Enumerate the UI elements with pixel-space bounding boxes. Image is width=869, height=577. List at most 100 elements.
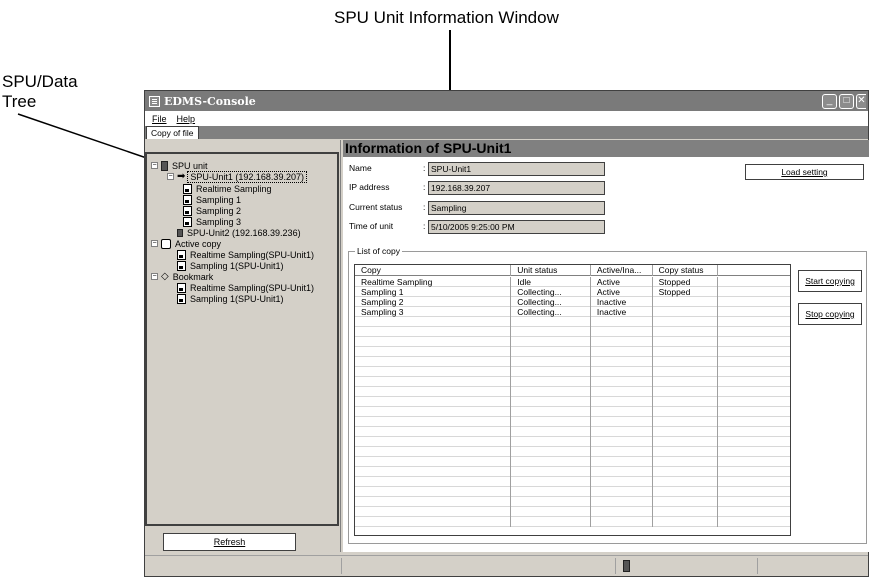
load-setting-button[interactable]: Load setting <box>745 164 864 180</box>
list-of-copy-group: List of copy Copy Unit status Active/Ina… <box>348 246 867 544</box>
empty-cell <box>718 497 790 507</box>
tree-item-bookmark[interactable]: − ◇ Bookmark <box>151 271 215 282</box>
menu-help[interactable]: Help <box>172 114 201 124</box>
collapse-icon[interactable]: − <box>167 173 174 180</box>
column-header-blank[interactable] <box>718 265 790 276</box>
tree-item-active-sampling-1[interactable]: Sampling 1(SPU-Unit1) <box>177 260 286 271</box>
copy-list-table[interactable]: Copy Unit status Active/Ina... Copy stat… <box>354 264 791 536</box>
table-row[interactable]: Sampling 3 Collecting... Inactive <box>355 307 790 317</box>
empty-cell <box>511 467 591 477</box>
tree-item-bookmark-realtime[interactable]: Realtime Sampling(SPU-Unit1) <box>177 282 316 293</box>
collapse-icon[interactable]: − <box>151 162 158 169</box>
title-bar[interactable]: EDMS-Console _ □ ✕ <box>145 91 868 111</box>
empty-cell <box>591 487 653 497</box>
empty-table-row <box>355 327 790 337</box>
empty-cell <box>653 497 719 507</box>
empty-table-row <box>355 467 790 477</box>
empty-cell <box>511 427 591 437</box>
minimize-icon[interactable]: _ <box>822 93 837 109</box>
time-of-unit-label: Time of unit <box>349 221 394 231</box>
time-of-unit-field: 5/10/2005 9:25:00 PM <box>428 220 605 234</box>
menu-file[interactable]: File <box>147 114 172 124</box>
empty-cell <box>355 407 512 417</box>
empty-table-row <box>355 317 790 327</box>
collapse-icon[interactable]: − <box>151 273 158 280</box>
empty-table-row <box>355 347 790 357</box>
empty-cell <box>591 327 653 337</box>
tree-item-sampling-2[interactable]: Sampling 2 <box>183 205 243 216</box>
tree-item-spu-unit[interactable]: − SPU unit <box>151 160 210 171</box>
empty-cell <box>591 437 653 447</box>
empty-cell <box>355 357 512 367</box>
empty-table-row <box>355 447 790 457</box>
tree-item-bookmark-sampling-1[interactable]: Sampling 1(SPU-Unit1) <box>177 293 286 304</box>
empty-cell <box>355 417 512 427</box>
table-row[interactable]: Realtime Sampling Idle Active Stopped <box>355 277 790 287</box>
spu-data-tree[interactable]: − SPU unit − ➡ SPU-Unit1 (192.168.39.207… <box>145 152 339 526</box>
collapse-icon[interactable]: − <box>151 240 158 247</box>
table-row[interactable]: Sampling 2 Collecting... Inactive <box>355 297 790 307</box>
refresh-button[interactable]: Refresh <box>163 533 296 551</box>
load-setting-label: Load setting <box>781 167 828 177</box>
empty-table-row <box>355 407 790 417</box>
sampling-doc-icon <box>183 194 192 205</box>
tree-item-active-copy[interactable]: − Active copy <box>151 238 223 249</box>
maximize-icon[interactable]: □ <box>839 93 854 109</box>
empty-cell <box>355 337 512 347</box>
empty-table-row <box>355 477 790 487</box>
close-icon[interactable]: ✕ <box>856 93 866 109</box>
tab-copy-of-file[interactable]: Copy of file <box>146 126 199 139</box>
sampling-doc-icon <box>177 260 186 271</box>
spu-data-tree-panel: − SPU unit − ➡ SPU-Unit1 (192.168.39.207… <box>145 140 341 552</box>
column-header-copy-status[interactable]: Copy status <box>653 265 719 276</box>
sampling-doc-icon <box>183 183 192 194</box>
empty-cell <box>653 327 719 337</box>
cell-copy-status <box>653 307 719 317</box>
column-header-active-inactive[interactable]: Active/Ina... <box>591 265 653 276</box>
tree-item-active-realtime[interactable]: Realtime Sampling(SPU-Unit1) <box>177 249 316 260</box>
column-header-unit-status[interactable]: Unit status <box>511 265 591 276</box>
start-copying-label: Start copying <box>805 276 855 286</box>
tab-strip: Copy of file <box>145 126 868 139</box>
sampling-doc-icon <box>183 205 192 216</box>
empty-cell <box>355 327 512 337</box>
empty-cell <box>511 337 591 347</box>
empty-cell <box>355 347 512 357</box>
empty-cell <box>653 487 719 497</box>
cell-unit-status: Collecting... <box>511 307 591 317</box>
empty-cell <box>355 377 512 387</box>
tree-item-label: Realtime Sampling <box>196 183 272 194</box>
empty-cell <box>511 377 591 387</box>
empty-table-row <box>355 497 790 507</box>
cell-copy: Realtime Sampling <box>355 277 512 287</box>
empty-cell <box>653 417 719 427</box>
app-icon <box>149 95 160 107</box>
empty-table-row <box>355 417 790 427</box>
empty-cell <box>718 397 790 407</box>
empty-cell <box>355 477 512 487</box>
start-copying-button[interactable]: Start copying <box>798 270 862 292</box>
arrow-icon: ➡ <box>177 170 186 182</box>
tree-item-spu-unit1[interactable]: − ➡ SPU-Unit1 (192.168.39.207) <box>167 170 307 183</box>
tree-item-sampling-3[interactable]: Sampling 3 <box>183 216 243 227</box>
empty-cell <box>591 367 653 377</box>
tree-item-realtime-sampling[interactable]: Realtime Sampling <box>183 183 274 194</box>
empty-cell <box>511 507 591 517</box>
tree-item-label: Bookmark <box>172 271 214 282</box>
tree-item-sampling-1[interactable]: Sampling 1 <box>183 194 243 205</box>
current-status-colon: : <box>423 202 426 212</box>
copy-icon <box>161 238 171 249</box>
empty-cell <box>511 497 591 507</box>
tree-item-label: Sampling 1(SPU-Unit1) <box>190 293 284 304</box>
column-header-copy[interactable]: Copy <box>355 265 512 276</box>
cell-copy-status: Stopped <box>653 287 719 297</box>
empty-cell <box>591 447 653 457</box>
empty-cell <box>653 407 719 417</box>
empty-table-row <box>355 437 790 447</box>
empty-cell <box>355 507 512 517</box>
empty-cell <box>653 477 719 487</box>
stop-copying-button[interactable]: Stop copying <box>798 303 862 325</box>
table-row[interactable]: Sampling 1 Collecting... Active Stopped <box>355 287 790 297</box>
cell-copy: Sampling 2 <box>355 297 512 307</box>
tree-item-spu-unit2[interactable]: SPU-Unit2 (192.168.39.236) <box>177 227 303 238</box>
